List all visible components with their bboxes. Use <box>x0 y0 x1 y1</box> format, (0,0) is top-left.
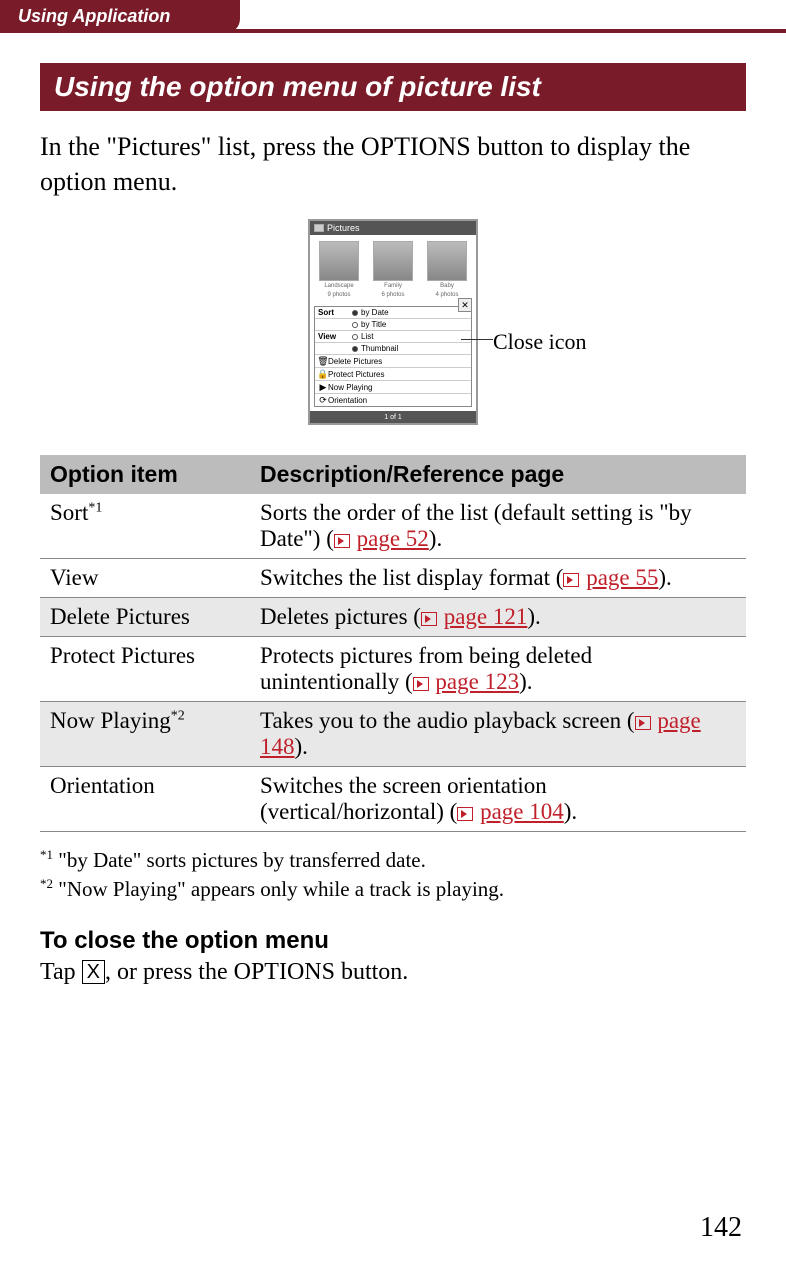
protect-pictures[interactable]: Protect Pictures <box>328 370 384 379</box>
option-name: Sort <box>50 500 88 525</box>
callout-line <box>461 339 493 340</box>
thumb-image <box>373 241 413 281</box>
desc-post: ). <box>519 669 532 694</box>
footnote-ref: *2 <box>171 709 185 724</box>
table-row: View Switches the list display format ( … <box>40 559 746 598</box>
play-icon: ▶ <box>318 382 328 392</box>
option-name: Orientation <box>50 773 155 798</box>
sort-by-date-label: by Date <box>361 308 389 317</box>
desc-post: ). <box>295 734 308 759</box>
table-row: Orientation Switches the screen orientat… <box>40 767 746 832</box>
thumb-image <box>427 241 467 281</box>
page-link[interactable]: page 104 <box>480 799 564 824</box>
thumb-label: Family <box>373 283 413 290</box>
thumb-sub: 9 photos <box>319 292 359 299</box>
device-mock: Pictures Landscape 9 photos Family 6 pho… <box>308 219 478 425</box>
radio-selected-icon <box>352 310 358 316</box>
delete-pictures[interactable]: Delete Pictures <box>328 357 382 366</box>
footnote-text: "Now Playing" appears only while a track… <box>53 877 504 901</box>
sort-label: Sort <box>318 308 352 317</box>
option-name: Delete Pictures <box>50 604 190 629</box>
device-titlebar: Pictures <box>310 221 476 235</box>
thumb-sub: 6 photos <box>373 292 413 299</box>
view-thumbnail[interactable]: Thumbnail <box>352 344 398 353</box>
orientation-icon: ⟳ <box>318 395 328 405</box>
page-ref-icon <box>563 573 579 587</box>
page-ref-icon <box>421 612 437 626</box>
options-table: Option item Description/Reference page S… <box>40 455 746 832</box>
now-playing[interactable]: Now Playing <box>328 383 372 392</box>
view-thumb-label: Thumbnail <box>361 344 398 353</box>
view-list-label: List <box>361 332 373 341</box>
table-row: Protect Pictures Protects pictures from … <box>40 637 746 702</box>
page-ref-icon <box>635 716 651 730</box>
x-button-icon: X <box>82 960 105 984</box>
page-link[interactable]: page 55 <box>586 565 658 590</box>
sort-by-date[interactable]: by Date <box>352 308 389 317</box>
desc-text: Switches the list display format ( <box>260 565 563 590</box>
device-footer: 1 of 1 <box>310 411 476 423</box>
desc-text: Sorts the order of the list (default set… <box>260 500 692 551</box>
thumb-item: Landscape 9 photos <box>319 241 359 298</box>
page-number: 142 <box>700 1212 742 1244</box>
sort-by-title-label: by Title <box>361 320 386 329</box>
desc-post: ). <box>429 526 442 551</box>
option-name: Protect Pictures <box>50 643 195 668</box>
page-ref-icon <box>457 807 473 821</box>
option-name: View <box>50 565 98 590</box>
thumb-label: Baby <box>427 283 467 290</box>
desc-text: Deletes pictures ( <box>260 604 421 629</box>
footnote-text: "by Date" sorts pictures by transferred … <box>53 848 426 872</box>
desc-text: Takes you to the audio playback screen ( <box>260 708 635 733</box>
table-row: Delete Pictures Deletes pictures ( page … <box>40 598 746 637</box>
section-title: Using the option menu of picture list <box>40 63 746 111</box>
page-link[interactable]: page 121 <box>444 604 528 629</box>
footnote-marker: *2 <box>40 876 53 891</box>
page-link[interactable]: page 123 <box>435 669 519 694</box>
close-text-post: , or press the OPTIONS button. <box>105 959 408 985</box>
page-ref-icon <box>334 534 350 548</box>
desc-post: ). <box>564 799 577 824</box>
options-popup: ✕ Sort by Date by Title View List Thumbn… <box>314 306 472 407</box>
close-section-title: To close the option menu <box>40 927 746 955</box>
thumb-label: Landscape <box>319 283 359 290</box>
footnote-ref: *1 <box>88 501 102 516</box>
close-text-pre: Tap <box>40 959 82 985</box>
pictures-icon <box>314 224 324 232</box>
thumb-image <box>319 241 359 281</box>
thumb-sub: 4 photos <box>427 292 467 299</box>
footnote-marker: *1 <box>40 847 53 862</box>
th-description: Description/Reference page <box>250 455 746 494</box>
view-list[interactable]: List <box>352 332 373 341</box>
lock-icon: 🔒 <box>318 369 328 379</box>
trash-icon: 🗑 <box>318 356 328 366</box>
callout-label: Close icon <box>493 329 587 355</box>
desc-post: ). <box>658 565 671 590</box>
radio-icon <box>352 334 358 340</box>
th-option: Option item <box>40 455 250 494</box>
page-ref-icon <box>413 677 429 691</box>
intro-text: In the "Pictures" list, press the OPTION… <box>40 129 746 199</box>
thumbnail-row: Landscape 9 photos Family 6 photos Baby … <box>310 235 476 304</box>
radio-icon <box>352 322 358 328</box>
table-row: Now Playing*2 Takes you to the audio pla… <box>40 702 746 767</box>
footnotes: *1 "by Date" sorts pictures by transferr… <box>40 846 746 903</box>
close-icon[interactable]: ✕ <box>458 298 472 312</box>
thumb-item: Family 6 photos <box>373 241 413 298</box>
view-label: View <box>318 332 352 341</box>
radio-selected-icon <box>352 346 358 352</box>
desc-post: ). <box>527 604 540 629</box>
table-row: Sort*1 Sorts the order of the list (defa… <box>40 494 746 559</box>
screenshot-figure: Pictures Landscape 9 photos Family 6 pho… <box>40 219 746 425</box>
orientation[interactable]: Orientation <box>328 396 367 405</box>
sort-by-title[interactable]: by Title <box>352 320 386 329</box>
device-title: Pictures <box>327 223 360 233</box>
thumb-item: Baby 4 photos <box>427 241 467 298</box>
header: Using Application <box>0 0 786 33</box>
option-name: Now Playing <box>50 708 171 733</box>
close-option-menu-section: To close the option menu Tap X, or press… <box>40 927 746 986</box>
page-link[interactable]: page 52 <box>357 526 429 551</box>
